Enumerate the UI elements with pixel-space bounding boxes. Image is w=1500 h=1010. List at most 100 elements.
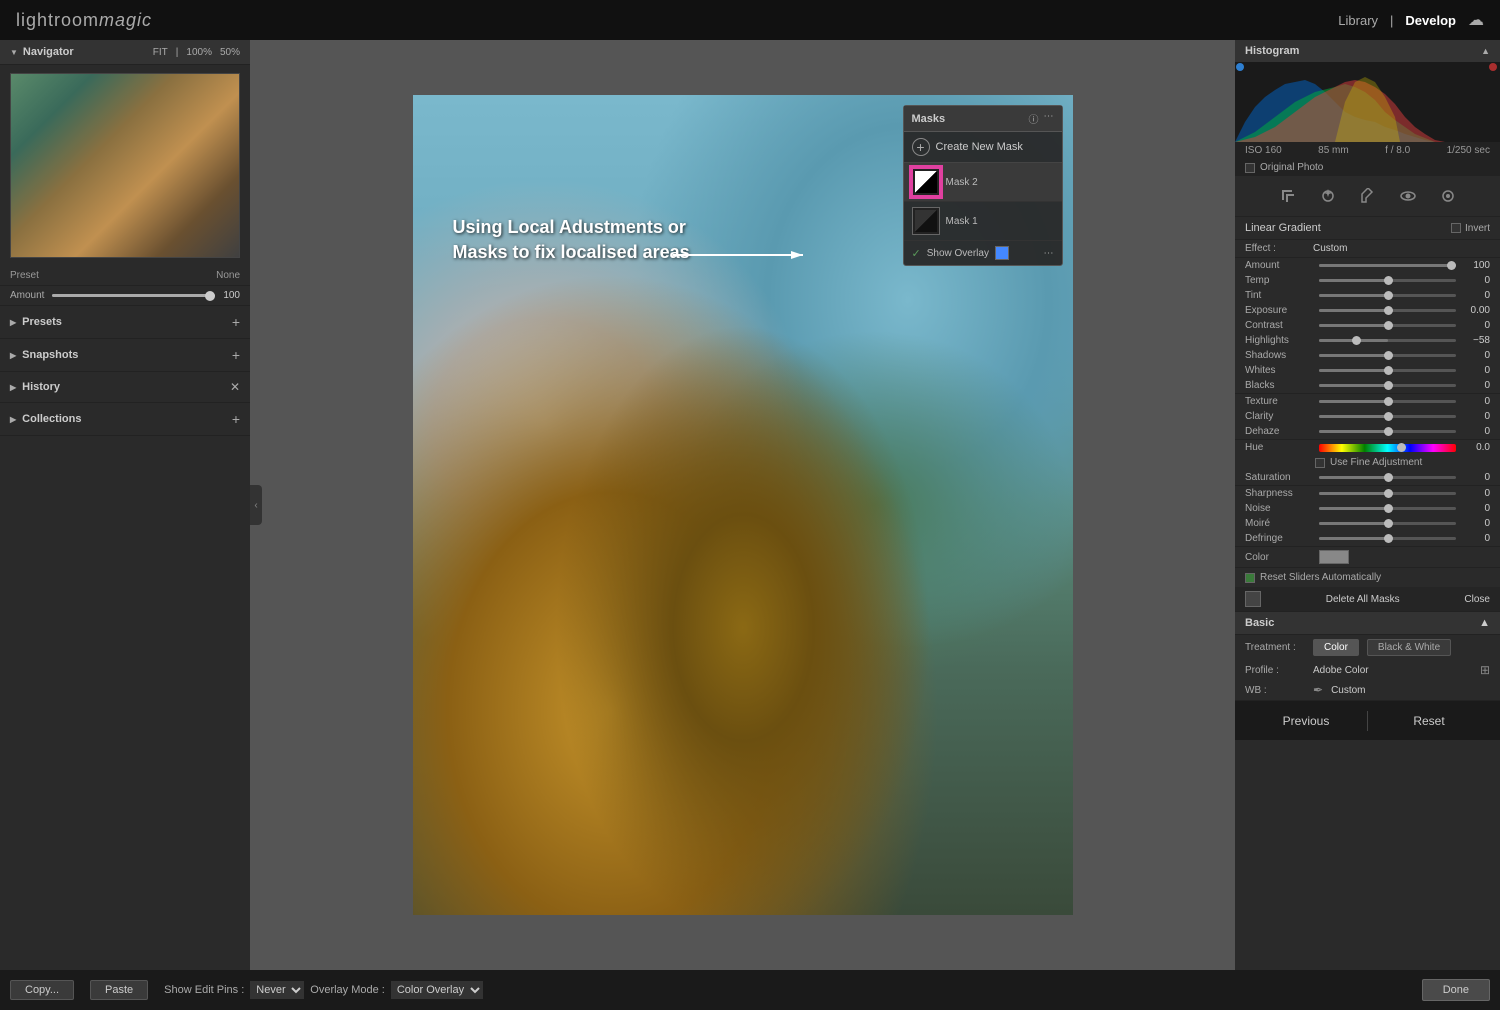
amount-value: 100 <box>223 290 240 301</box>
close-masks-button[interactable]: Close <box>1464 594 1490 605</box>
snapshots-add-icon[interactable]: + <box>232 347 240 363</box>
top-nav: Library | Develop ☁ <box>1338 10 1484 30</box>
clarity-slider-track[interactable] <box>1319 415 1456 418</box>
reset-button[interactable]: Reset <box>1368 706 1490 736</box>
snapshots-label: Snapshots <box>22 349 78 361</box>
invert-checkbox[interactable] <box>1451 223 1461 233</box>
noise-slider-track[interactable] <box>1319 507 1456 510</box>
eye-tool-icon[interactable] <box>1396 184 1420 208</box>
collections-header[interactable]: Collections + <box>0 403 250 435</box>
bottom-options: Show Edit Pins : Never Overlay Mode : Co… <box>164 981 1406 999</box>
whites-slider-track[interactable] <box>1319 369 1456 372</box>
delete-all-masks-button[interactable]: Delete All Masks <box>1326 594 1400 605</box>
paste-button[interactable]: Paste <box>90 980 148 1000</box>
masks-controls: ⓘ ⋯ <box>1029 111 1054 126</box>
history-clear-icon[interactable]: ✕ <box>230 380 240 394</box>
previous-button[interactable]: Previous <box>1245 706 1367 736</box>
top-bar: lightroommagic Library | Develop ☁ <box>0 0 1500 40</box>
tint-slider-track[interactable] <box>1319 294 1456 297</box>
done-button[interactable]: Done <box>1422 979 1490 1001</box>
presets-header[interactable]: Presets + <box>0 306 250 338</box>
overlay-annotation: Using Local Adustments or Masks to fix l… <box>453 215 690 265</box>
crop-tool-icon[interactable] <box>1276 184 1300 208</box>
linear-gradient-label: Linear Gradient <box>1245 222 1321 234</box>
brush-tool-icon[interactable] <box>1356 184 1380 208</box>
profile-label: Profile : <box>1245 665 1305 676</box>
original-photo-checkbox[interactable] <box>1245 163 1255 173</box>
collections-add-icon[interactable]: + <box>232 411 240 427</box>
contrast-slider-track[interactable] <box>1319 324 1456 327</box>
star-tool-icon[interactable] <box>1436 184 1460 208</box>
histogram-collapse-icon[interactable]: ▲ <box>1481 46 1490 56</box>
show-overlay-label: Show Overlay <box>927 248 989 259</box>
highlights-slider-track[interactable] <box>1319 339 1456 342</box>
mask2-item[interactable]: Mask 2 <box>904 163 1062 202</box>
noise-slider-value: 0 <box>1460 503 1490 514</box>
nav-develop[interactable]: Develop <box>1405 13 1456 28</box>
shadows-slider-row: Shadows 0 <box>1235 348 1500 363</box>
temp-slider-track[interactable] <box>1319 279 1456 282</box>
history-header[interactable]: History ✕ <box>0 372 250 402</box>
overlay-options-icon[interactable]: ⋯ <box>1044 248 1054 259</box>
basic-title: Basic <box>1245 617 1274 629</box>
highlights-slider-label: Highlights <box>1245 335 1315 346</box>
overlay-color-swatch[interactable] <box>995 246 1009 260</box>
histogram-title: Histogram <box>1245 45 1299 57</box>
healing-tool-icon[interactable] <box>1316 184 1340 208</box>
center-panel: Using Local Adustments or Masks to fix l… <box>250 40 1235 970</box>
saturation-slider-track[interactable] <box>1319 476 1456 479</box>
treatment-color-button[interactable]: Color <box>1313 639 1359 656</box>
shadows-slider-track[interactable] <box>1319 354 1456 357</box>
amount-slider[interactable] <box>52 294 215 297</box>
treatment-bw-button[interactable]: Black & White <box>1367 639 1451 656</box>
overlay-mode-select[interactable]: Color Overlay <box>391 981 483 999</box>
dehaze-slider-row: Dehaze 0 <box>1235 424 1500 439</box>
snapshots-header[interactable]: Snapshots + <box>0 339 250 371</box>
wb-eyedropper-icon[interactable]: ✒ <box>1313 683 1323 697</box>
cloud-icon[interactable]: ☁ <box>1468 10 1484 30</box>
dehaze-slider-track[interactable] <box>1319 430 1456 433</box>
hue-slider-track[interactable] <box>1319 444 1456 452</box>
fine-adjustment-checkbox[interactable] <box>1315 458 1325 468</box>
nav-50[interactable]: 50% <box>220 47 240 58</box>
nav-100[interactable]: 100% <box>186 47 212 58</box>
create-new-mask-button[interactable]: + Create New Mask <box>904 132 1062 163</box>
profile-row: Profile : Adobe Color ⊞ <box>1235 660 1500 680</box>
color-swatch[interactable] <box>1319 550 1349 564</box>
presets-add-icon[interactable]: + <box>232 314 240 330</box>
navigator-toggle-icon[interactable] <box>10 46 18 58</box>
sharpness-slider-value: 0 <box>1460 488 1490 499</box>
masks-info-icon[interactable]: ⓘ <box>1029 111 1039 126</box>
whites-slider-value: 0 <box>1460 365 1490 376</box>
amount-slider-row: Amount 100 <box>1235 258 1500 273</box>
clarity-slider-row: Clarity 0 <box>1235 409 1500 424</box>
nav-fit[interactable]: FIT <box>153 47 168 58</box>
blacks-slider-track[interactable] <box>1319 384 1456 387</box>
navigator-controls: FIT | 100% 50% <box>153 47 240 58</box>
defringe-slider-track[interactable] <box>1319 537 1456 540</box>
exposure-slider-track[interactable] <box>1319 309 1456 312</box>
wb-label: WB : <box>1245 685 1305 696</box>
tint-slider-label: Tint <box>1245 290 1315 301</box>
clarity-slider-value: 0 <box>1460 411 1490 422</box>
amount-slider-track[interactable] <box>1319 264 1456 267</box>
sharpness-slider-track[interactable] <box>1319 492 1456 495</box>
masks-more-icon[interactable]: ⋯ <box>1044 111 1054 126</box>
left-panel-collapse[interactable]: ‹ <box>250 485 262 525</box>
basic-section-header[interactable]: Basic ▲ <box>1235 612 1500 635</box>
nav-library[interactable]: Library <box>1338 13 1378 28</box>
reset-sliders-checkbox[interactable] <box>1245 573 1255 583</box>
show-edit-pins-select[interactable]: Never <box>250 981 304 999</box>
texture-slider-track[interactable] <box>1319 400 1456 403</box>
histogram-canvas <box>1235 62 1500 142</box>
navigator-thumb-image <box>11 74 239 257</box>
treatment-row: Treatment : Color Black & White <box>1235 635 1500 660</box>
dehaze-slider-label: Dehaze <box>1245 426 1315 437</box>
copy-button[interactable]: Copy... <box>10 980 74 1000</box>
histogram-section: Histogram ▲ ISO 1 <box>1235 40 1500 176</box>
moire-slider-track[interactable] <box>1319 522 1456 525</box>
profile-grid-icon[interactable]: ⊞ <box>1480 663 1490 677</box>
mask1-item[interactable]: Mask 1 <box>904 202 1062 241</box>
clarity-slider-label: Clarity <box>1245 411 1315 422</box>
basic-collapse-icon[interactable]: ▲ <box>1479 617 1490 629</box>
